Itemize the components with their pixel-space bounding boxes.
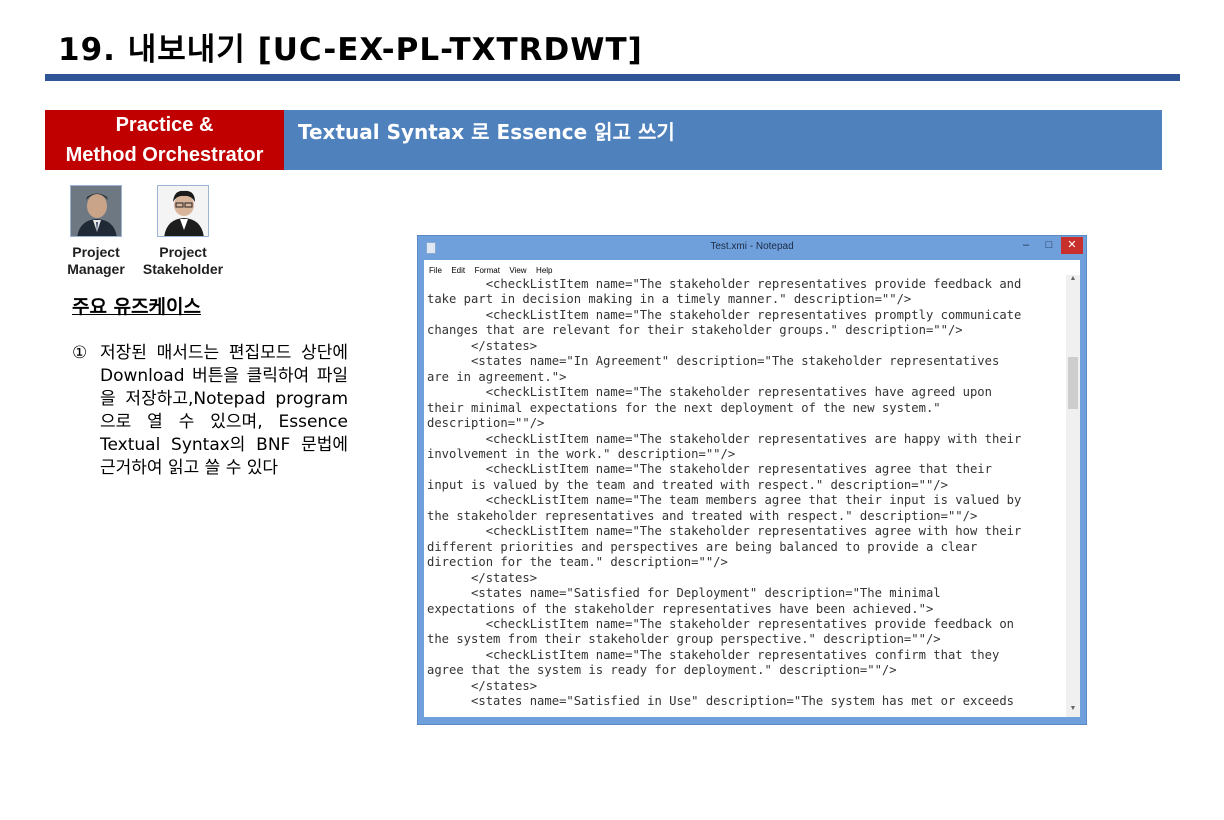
notepad-line: <states name="Satisfied in Use" descript… xyxy=(427,694,1014,709)
role-label-project-manager: Project Manager xyxy=(67,244,125,277)
notepad-text-area[interactable]: <checkListItem name="The stakeholder rep… xyxy=(424,275,1080,717)
notepad-line: involvement in the work." description=""… xyxy=(427,446,736,461)
scroll-up-arrow-icon[interactable]: ▲ xyxy=(1066,275,1080,287)
notepad-line: description=""/> xyxy=(427,416,545,431)
minimize-button[interactable]: – xyxy=(1014,237,1038,254)
notepad-window-title: Test.xmi - Notepad xyxy=(710,241,794,252)
notepad-line: the system from their stakeholder group … xyxy=(427,632,941,647)
project-stakeholder-avatar xyxy=(157,185,209,237)
notepad-line: are in agreement."> xyxy=(427,369,567,384)
notepad-line: <checkListItem name="The stakeholder rep… xyxy=(427,647,1000,662)
notepad-line: </states> xyxy=(427,678,538,693)
notepad-line: <checkListItem name="The stakeholder rep… xyxy=(427,524,1022,539)
notepad-line: <checkListItem name="The stakeholder rep… xyxy=(427,616,1014,631)
notepad-line: </states> xyxy=(427,338,538,353)
project-manager-avatar xyxy=(70,185,122,237)
category-badge: Practice & Method Orchestrator xyxy=(45,110,284,170)
notepad-line: the stakeholder representatives and trea… xyxy=(427,508,978,523)
person-photo-icon xyxy=(158,186,208,236)
notepad-line: different priorities and perspectives ar… xyxy=(427,539,978,554)
notepad-window: Test.xmi - Notepad – □ ✕ File Edit Forma… xyxy=(417,235,1087,725)
notepad-line: <states name="Satisfied for Deployment" … xyxy=(427,586,941,601)
page-title: 19. 내보내기 [UC-EX-PL-TXTRDWT] xyxy=(58,32,643,68)
category-line-1: Practice & xyxy=(115,114,214,136)
notepad-titlebar: Test.xmi - Notepad – □ ✕ xyxy=(418,236,1086,260)
scrollbar-thumb[interactable] xyxy=(1068,357,1078,409)
notepad-menubar: File Edit Format View Help xyxy=(424,260,1080,275)
subtitle-bar: Textual Syntax 로 Essence 읽고 쓰기 xyxy=(284,110,1162,170)
title-divider xyxy=(45,74,1180,81)
usecase-heading: 주요 유즈케이스 xyxy=(72,296,201,318)
notepad-line: agree that the system is ready for deplo… xyxy=(427,663,897,678)
notepad-line: <checkListItem name="The stakeholder rep… xyxy=(427,385,992,400)
vertical-scrollbar[interactable]: ▲ ▼ xyxy=(1066,275,1080,717)
notepad-line: <checkListItem name="The stakeholder rep… xyxy=(427,431,1022,446)
usecase-marker: ① xyxy=(72,343,88,363)
maximize-button[interactable]: □ xyxy=(1038,237,1060,254)
category-line-2: Method Orchestrator xyxy=(65,144,264,166)
notepad-text-content[interactable]: <checkListItem name="The stakeholder rep… xyxy=(427,277,1067,710)
notepad-line: take part in decision making in a timely… xyxy=(427,292,912,307)
notepad-line: their minimal expectations for the next … xyxy=(427,400,941,415)
scroll-down-arrow-icon[interactable]: ▼ xyxy=(1066,705,1080,717)
notepad-line: <checkListItem name="The stakeholder rep… xyxy=(427,277,1022,291)
notepad-line: input is valued by the team and treated … xyxy=(427,477,948,492)
notepad-line: <checkListItem name="The team members ag… xyxy=(427,493,1022,508)
notepad-line: direction for the team." description=""/… xyxy=(427,555,728,570)
notepad-line: <checkListItem name="The stakeholder rep… xyxy=(427,462,992,477)
notepad-line: </states> xyxy=(427,570,538,585)
subtitle-text: Textual Syntax 로 Essence 읽고 쓰기 xyxy=(298,120,675,144)
usecase-text: 저장된 매서드는 편집모드 상단에 Download 버튼을 클릭하여 파일을 … xyxy=(100,343,348,478)
role-label-project-stakeholder: Project Stakeholder xyxy=(142,244,224,277)
usecase-item: ① 저장된 매서드는 편집모드 상단에 Download 버튼을 클릭하여 파일… xyxy=(72,342,348,480)
notepad-line: <states name="In Agreement" description=… xyxy=(427,354,1000,369)
notepad-line: <checkListItem name="The stakeholder rep… xyxy=(427,307,1022,322)
person-photo-icon xyxy=(71,186,121,236)
notepad-line: changes that are relevant for their stak… xyxy=(427,323,963,338)
notepad-line: expectations of the stakeholder represen… xyxy=(427,601,934,616)
close-button[interactable]: ✕ xyxy=(1061,237,1083,254)
